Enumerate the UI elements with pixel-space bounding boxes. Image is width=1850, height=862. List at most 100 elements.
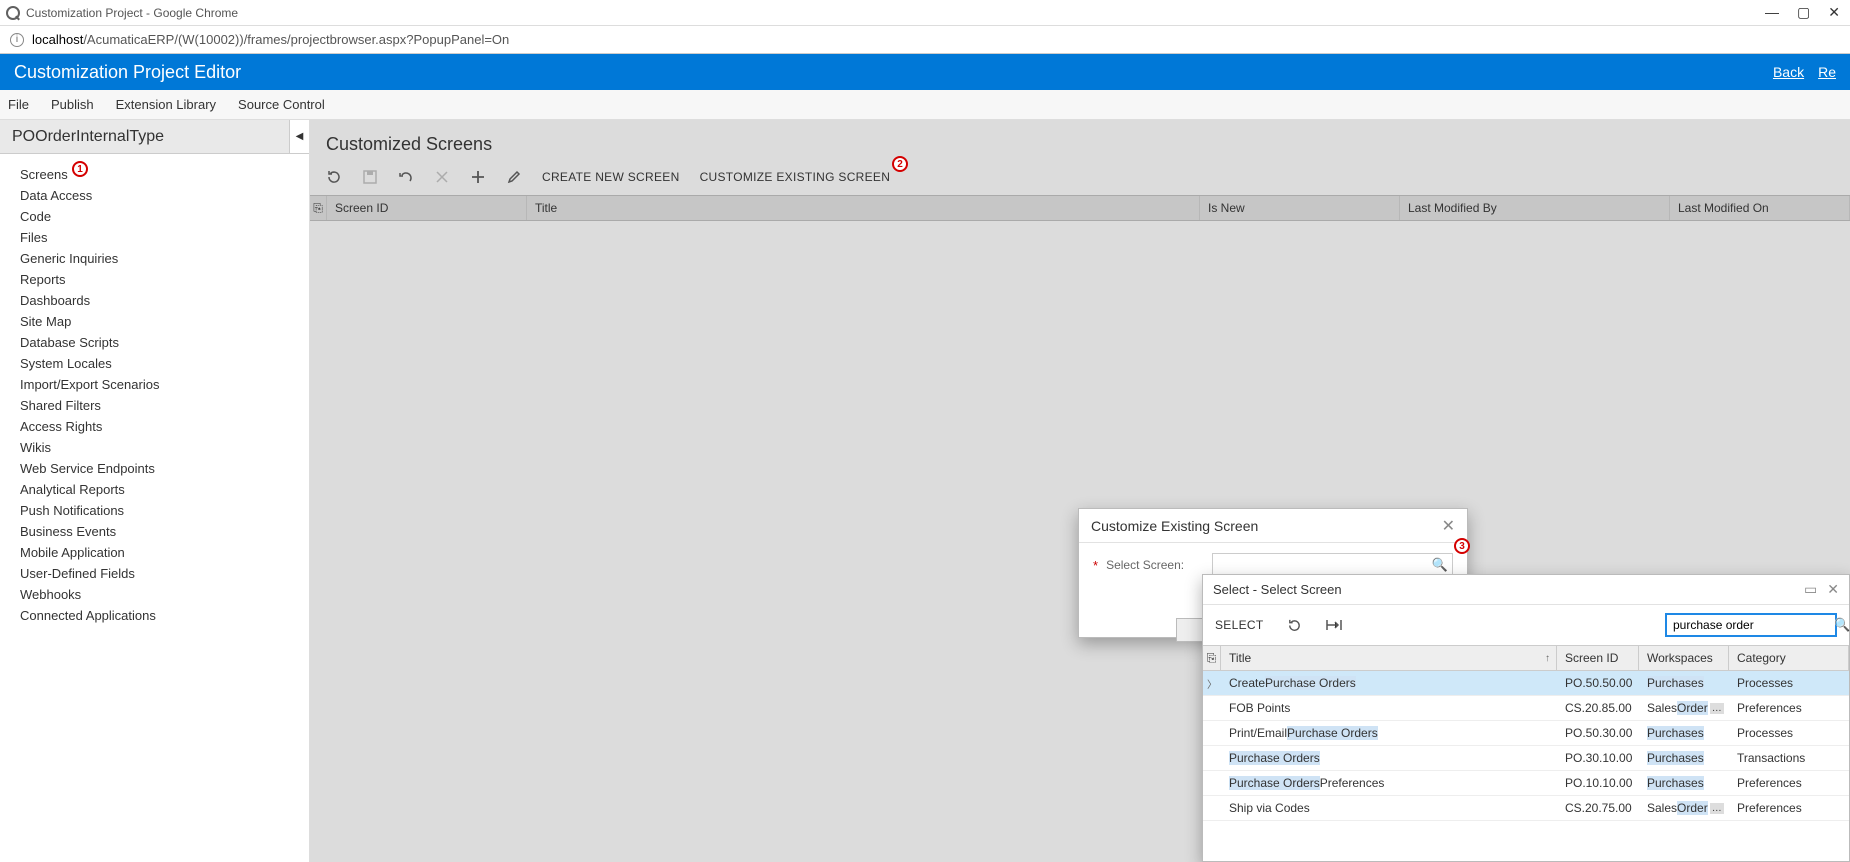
- nav-webhooks[interactable]: Webhooks: [20, 584, 309, 605]
- cell-title: Create Purchase Orders: [1221, 671, 1557, 695]
- row-indicator: [1203, 721, 1221, 745]
- select-modal-maximize-icon[interactable]: ▭: [1804, 581, 1817, 598]
- nav-code[interactable]: Code: [20, 206, 309, 227]
- url-path: /AcumaticaERP/(W(10002))/frames/projectb…: [83, 32, 509, 47]
- table-row[interactable]: Ship via CodesCS.20.75.00Sales Order…Pre…: [1203, 796, 1849, 821]
- cell-screen-id: CS.20.75.00: [1557, 796, 1639, 820]
- project-name: POOrderInternalType: [12, 128, 164, 146]
- sidebar-collapse-button[interactable]: ◀: [289, 120, 309, 153]
- required-marker: *: [1093, 558, 1098, 573]
- window-minimize[interactable]: —: [1765, 4, 1779, 21]
- cell-title: Purchase Orders Preferences: [1221, 771, 1557, 795]
- col-screen-id[interactable]: Screen ID: [1557, 646, 1639, 670]
- cell-screen-id: PO.50.50.00: [1557, 671, 1639, 695]
- nav-system-locales[interactable]: System Locales: [20, 353, 309, 374]
- select-button[interactable]: SELECT: [1215, 618, 1263, 632]
- sidebar: POOrderInternalType ◀ Screens 1 Data Acc…: [0, 120, 310, 862]
- sort-asc-icon: ↑: [1545, 653, 1550, 664]
- col-title[interactable]: Title↑: [1221, 646, 1557, 670]
- nav-business-events[interactable]: Business Events: [20, 521, 309, 542]
- edit-icon[interactable]: [506, 169, 522, 185]
- cell-category: Transactions: [1729, 746, 1849, 770]
- search-box[interactable]: 🔍: [1665, 613, 1837, 637]
- app-title: Customization Project Editor: [14, 62, 1759, 83]
- col-last-modified-on[interactable]: Last Modified On: [1670, 196, 1850, 220]
- cell-title: Purchase Orders: [1221, 746, 1557, 770]
- select-modal-toolbar: SELECT 🔍: [1203, 605, 1849, 645]
- nav-analytical-reports[interactable]: Analytical Reports: [20, 479, 309, 500]
- nav-shared-filters[interactable]: Shared Filters: [20, 395, 309, 416]
- cell-category: Preferences: [1729, 696, 1849, 720]
- col-category[interactable]: Category: [1729, 646, 1849, 670]
- site-info-icon[interactable]: i: [10, 33, 24, 47]
- refresh-icon[interactable]: [1287, 618, 1302, 633]
- select-modal-close-icon[interactable]: ✕: [1827, 581, 1839, 598]
- menu-source-control[interactable]: Source Control: [238, 97, 325, 112]
- row-indicator: [1203, 746, 1221, 770]
- nav-reports[interactable]: Reports: [20, 269, 309, 290]
- select-modal-title: Select - Select Screen: [1213, 582, 1342, 597]
- create-new-screen-button[interactable]: CREATE NEW SCREEN: [542, 170, 680, 184]
- sidebar-header: POOrderInternalType ◀: [0, 120, 309, 154]
- grid-settings-icon[interactable]: ⎘: [310, 196, 327, 220]
- nav-wikis[interactable]: Wikis: [20, 437, 309, 458]
- nav-web-service-endpoints[interactable]: Web Service Endpoints: [20, 458, 309, 479]
- table-row[interactable]: Purchase Orders PreferencesPO.10.10.00Pu…: [1203, 771, 1849, 796]
- window-maximize[interactable]: ▢: [1797, 4, 1810, 21]
- nav-import-export-scenarios[interactable]: Import/Export Scenarios: [20, 374, 309, 395]
- nav-database-scripts[interactable]: Database Scripts: [20, 332, 309, 353]
- col-is-new[interactable]: Is New: [1200, 196, 1400, 220]
- app-header: Customization Project Editor Back Re: [0, 54, 1850, 90]
- nav-site-map[interactable]: Site Map: [20, 311, 309, 332]
- cell-screen-id: CS.20.85.00: [1557, 696, 1639, 720]
- nav-screens[interactable]: Screens 1: [20, 164, 309, 185]
- col-last-modified-by[interactable]: Last Modified By: [1400, 196, 1670, 220]
- menu-extension-library[interactable]: Extension Library: [116, 97, 216, 112]
- nav-access-rights[interactable]: Access Rights: [20, 416, 309, 437]
- cell-workspaces: Purchases: [1639, 721, 1729, 745]
- nav-mobile-application[interactable]: Mobile Application: [20, 542, 309, 563]
- undo-icon[interactable]: [398, 169, 414, 185]
- back-link[interactable]: Back: [1773, 64, 1804, 80]
- modal-close-icon[interactable]: ✕: [1442, 516, 1455, 536]
- cell-title: Ship via Codes: [1221, 796, 1557, 820]
- nav-data-access[interactable]: Data Access: [20, 185, 309, 206]
- cell-workspaces: Purchases: [1639, 771, 1729, 795]
- nav-user-defined-fields[interactable]: User-Defined Fields: [20, 563, 309, 584]
- table-row[interactable]: 〉Create Purchase OrdersPO.50.50.00Purcha…: [1203, 671, 1849, 696]
- grid-settings-icon[interactable]: ⎘: [1203, 646, 1221, 670]
- col-screen-id[interactable]: Screen ID: [327, 196, 527, 220]
- search-input[interactable]: [1671, 617, 1830, 633]
- nav-label: Screens: [20, 167, 68, 182]
- reload-link[interactable]: Re: [1818, 64, 1836, 80]
- page-title: Customized Screens: [326, 134, 1834, 155]
- nav-push-notifications[interactable]: Push Notifications: [20, 500, 309, 521]
- col-title[interactable]: Title: [527, 196, 1200, 220]
- table-row[interactable]: Print/Email Purchase OrdersPO.50.30.00Pu…: [1203, 721, 1849, 746]
- search-icon[interactable]: 🔍: [1834, 617, 1850, 633]
- select-screen-modal: Select - Select Screen ▭ ✕ SELECT 🔍: [1202, 574, 1850, 862]
- cell-category: Preferences: [1729, 771, 1849, 795]
- cell-screen-id: PO.50.30.00: [1557, 721, 1639, 745]
- browser-favicon: [6, 6, 20, 20]
- refresh-icon[interactable]: [326, 169, 342, 185]
- row-indicator: [1203, 696, 1221, 720]
- nav-files[interactable]: Files: [20, 227, 309, 248]
- menu-file[interactable]: File: [8, 97, 29, 112]
- col-workspaces[interactable]: Workspaces: [1639, 646, 1729, 670]
- customize-existing-screen-button[interactable]: CUSTOMIZE EXISTING SCREEN 2: [700, 170, 891, 184]
- save-icon: [362, 169, 378, 185]
- nav-dashboards[interactable]: Dashboards: [20, 290, 309, 311]
- cell-screen-id: PO.10.10.00: [1557, 771, 1639, 795]
- menu-publish[interactable]: Publish: [51, 97, 94, 112]
- browser-url-bar[interactable]: i localhost/AcumaticaERP/(W(10002))/fram…: [0, 26, 1850, 54]
- add-icon[interactable]: [470, 169, 486, 185]
- window-close[interactable]: ✕: [1828, 4, 1840, 21]
- nav-generic-inquiries[interactable]: Generic Inquiries: [20, 248, 309, 269]
- fit-columns-icon[interactable]: [1326, 618, 1342, 632]
- select-grid-header: ⎘ Title↑ Screen ID Workspaces Category: [1203, 645, 1849, 671]
- nav-connected-applications[interactable]: Connected Applications: [20, 605, 309, 626]
- search-icon[interactable]: 🔍: [1432, 557, 1448, 573]
- table-row[interactable]: FOB PointsCS.20.85.00Sales Order…Prefere…: [1203, 696, 1849, 721]
- table-row[interactable]: Purchase OrdersPO.30.10.00PurchasesTrans…: [1203, 746, 1849, 771]
